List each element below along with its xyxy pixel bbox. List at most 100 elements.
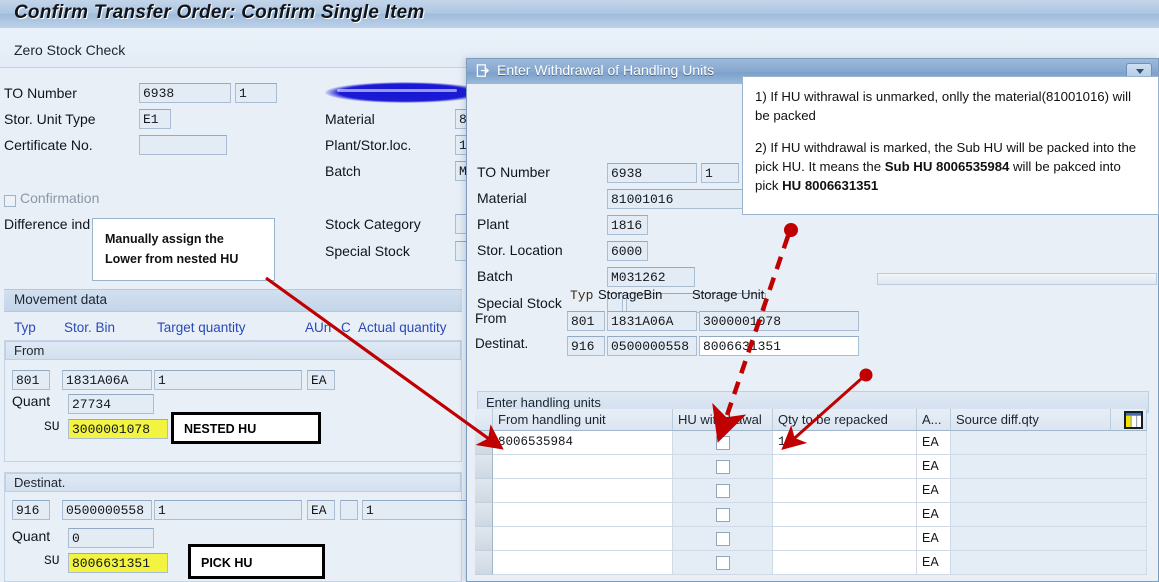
dest-unit-input[interactable]: EA (307, 500, 335, 520)
dlg-material-label: Material (477, 190, 527, 206)
dest-c-input[interactable] (340, 500, 358, 520)
annotation-pick-hu-text: PICK HU (201, 556, 253, 570)
dlg-to-item-input[interactable]: 1 (701, 163, 739, 183)
stor-unit-type-input[interactable]: E1 (139, 109, 171, 129)
difference-indicator-label: Difference ind (4, 216, 91, 232)
dlg-col-storageunit: Storage Unit (692, 287, 765, 302)
hu-withdrawal-checkbox[interactable] (716, 508, 730, 522)
certificate-no-input[interactable] (139, 135, 227, 155)
cell-diffqty[interactable] (951, 479, 1147, 503)
to-item-input[interactable]: 1 (235, 83, 277, 103)
annotation-nested-hu-text: NESTED HU (184, 422, 257, 436)
row-selector[interactable] (475, 455, 493, 479)
cell-diffqty[interactable] (951, 455, 1147, 479)
dlg-dest-label: Destinat. (475, 336, 529, 351)
confirmation-checkbox[interactable] (4, 195, 16, 207)
cell-hu-withdrawal[interactable] (673, 503, 773, 527)
annotation-explain-bold1: Sub HU 8006535984 (884, 159, 1010, 174)
cell-qty[interactable] (773, 479, 917, 503)
horizontal-scrollbar[interactable] (877, 273, 1157, 285)
from-typ-input[interactable]: 801 (12, 370, 50, 390)
dest-quant-label: Quant (12, 528, 51, 544)
cell-auom[interactable]: EA (917, 551, 951, 575)
dest-target-qty-input[interactable]: 1 (154, 500, 302, 520)
dest-bin-input[interactable]: 0500000558 (62, 500, 152, 520)
th-from-handling-unit[interactable]: From handling unit (493, 409, 673, 431)
dlg-from-bin[interactable]: 1831A06A (607, 311, 697, 331)
hu-withdrawal-checkbox[interactable] (716, 460, 730, 474)
dest-group-header: Destinat. (5, 473, 461, 492)
dest-quant-input[interactable]: 0 (68, 528, 154, 548)
dlg-stor-location-label: Stor. Location (477, 242, 563, 258)
hu-withdrawal-checkbox[interactable] (716, 532, 730, 546)
dlg-col-typ: Typ (570, 288, 594, 303)
cell-hu-withdrawal[interactable] (673, 479, 773, 503)
th-source-diff-qty[interactable]: Source diff.qty (951, 409, 1111, 431)
hu-withdrawal-checkbox[interactable] (716, 484, 730, 498)
cell-hu-withdrawal[interactable] (673, 431, 773, 455)
dest-typ-input[interactable]: 916 (12, 500, 50, 520)
dlg-from-typ[interactable]: 801 (567, 311, 605, 331)
dlg-dest-unit[interactable]: 8006631351 (699, 336, 859, 356)
cell-hu-withdrawal[interactable] (673, 551, 773, 575)
cell-auom[interactable]: EA (917, 503, 951, 527)
th-qty-repacked[interactable]: Qty to be repacked (773, 409, 917, 431)
annotation-manual-assign: Manually assign the Lower from nested HU (92, 218, 275, 281)
cell-qty[interactable] (773, 551, 917, 575)
th-auom[interactable]: A... (917, 409, 951, 431)
cell-diffqty[interactable] (951, 551, 1147, 575)
redacted-field (325, 82, 485, 103)
dlg-dest-bin[interactable]: 0500000558 (607, 336, 697, 356)
row-selector[interactable] (475, 527, 493, 551)
certificate-no-label: Certificate No. (4, 137, 93, 153)
cell-auom[interactable]: EA (917, 455, 951, 479)
dlg-dest-typ[interactable]: 916 (567, 336, 605, 356)
cell-hu[interactable] (493, 479, 673, 503)
cell-hu[interactable] (493, 455, 673, 479)
cell-diffqty[interactable] (951, 503, 1147, 527)
cell-auom[interactable]: EA (917, 527, 951, 551)
cell-qty[interactable] (773, 455, 917, 479)
from-unit-input[interactable]: EA (307, 370, 335, 390)
cell-diffqty[interactable] (951, 527, 1147, 551)
cell-hu[interactable] (493, 503, 673, 527)
cell-qty[interactable]: 1 (773, 431, 917, 455)
dest-actual-qty-input[interactable]: 1 (362, 500, 467, 520)
th-select-all[interactable] (475, 409, 493, 431)
dlg-from-unit[interactable]: 3000001078 (699, 311, 859, 331)
cell-auom[interactable]: EA (917, 479, 951, 503)
dlg-stor-location-input[interactable]: 6000 (607, 241, 648, 261)
column-aun: AUn (305, 320, 332, 335)
dest-su-input[interactable]: 8006631351 (68, 553, 168, 573)
cell-hu[interactable] (493, 551, 673, 575)
hu-withdrawal-checkbox[interactable] (716, 436, 730, 450)
enter-handling-units-title: Enter handling units (486, 395, 601, 410)
dlg-to-number-input[interactable]: 6938 (607, 163, 697, 183)
from-target-qty-input[interactable]: 1 (154, 370, 302, 390)
th-hu-withdrawal[interactable]: HU withdrawal (673, 409, 773, 431)
handling-units-table: From handling unit HU withdrawal Qty to … (475, 409, 1147, 582)
from-su-input[interactable]: 3000001078 (68, 419, 168, 439)
row-selector[interactable] (475, 479, 493, 503)
dlg-from-label: From (475, 311, 507, 326)
from-bin-input[interactable]: 1831A06A (62, 370, 152, 390)
dlg-batch-input[interactable]: M031262 (607, 267, 695, 287)
cell-hu-withdrawal[interactable] (673, 455, 773, 479)
cell-hu[interactable]: 8006535984 (493, 431, 673, 455)
plant-storloc-label: Plant/Stor.loc. (325, 137, 412, 153)
cell-auom[interactable]: EA (917, 431, 951, 455)
cell-qty[interactable] (773, 503, 917, 527)
cell-diffqty[interactable] (951, 431, 1147, 455)
dlg-plant-input[interactable]: 1816 (607, 215, 648, 235)
from-quant-input[interactable]: 27734 (68, 394, 154, 414)
column-config-icon[interactable] (1124, 411, 1143, 429)
cell-qty[interactable] (773, 527, 917, 551)
cell-hu-withdrawal[interactable] (673, 527, 773, 551)
from-group-header: From (5, 341, 461, 360)
hu-withdrawal-checkbox[interactable] (716, 556, 730, 570)
row-selector[interactable] (475, 503, 493, 527)
row-selector[interactable] (475, 551, 493, 575)
cell-hu[interactable] (493, 527, 673, 551)
to-number-input[interactable]: 6938 (139, 83, 231, 103)
row-selector[interactable] (475, 431, 493, 455)
